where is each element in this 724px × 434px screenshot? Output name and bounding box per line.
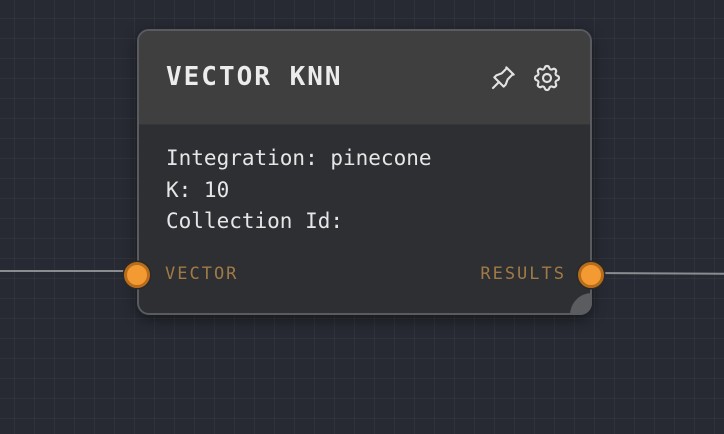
output-port-label: RESULTS [480, 264, 566, 284]
node-title: VECTOR KNN [166, 62, 343, 92]
node-header[interactable]: VECTOR KNN [139, 31, 590, 125]
input-port-label: VECTOR [165, 264, 239, 284]
gear-icon [533, 64, 561, 92]
incoming-edge[interactable] [0, 270, 140, 272]
output-port-results[interactable] [578, 262, 604, 288]
vector-knn-node[interactable]: VECTOR KNN Integration: pinecone K: 10 C… [137, 29, 592, 315]
node-properties: Integration: pinecone K: 10 Collection I… [166, 143, 432, 238]
resize-handle[interactable] [570, 293, 592, 315]
pin-icon [491, 66, 515, 90]
outgoing-edge[interactable] [589, 272, 724, 275]
property-integration: Integration: pinecone [166, 146, 432, 170]
property-collection-id: Collection Id: [166, 209, 344, 233]
settings-button[interactable] [529, 60, 565, 96]
property-k: K: 10 [166, 177, 230, 202]
pin-button[interactable] [485, 60, 521, 96]
input-port-vector[interactable] [124, 262, 150, 288]
